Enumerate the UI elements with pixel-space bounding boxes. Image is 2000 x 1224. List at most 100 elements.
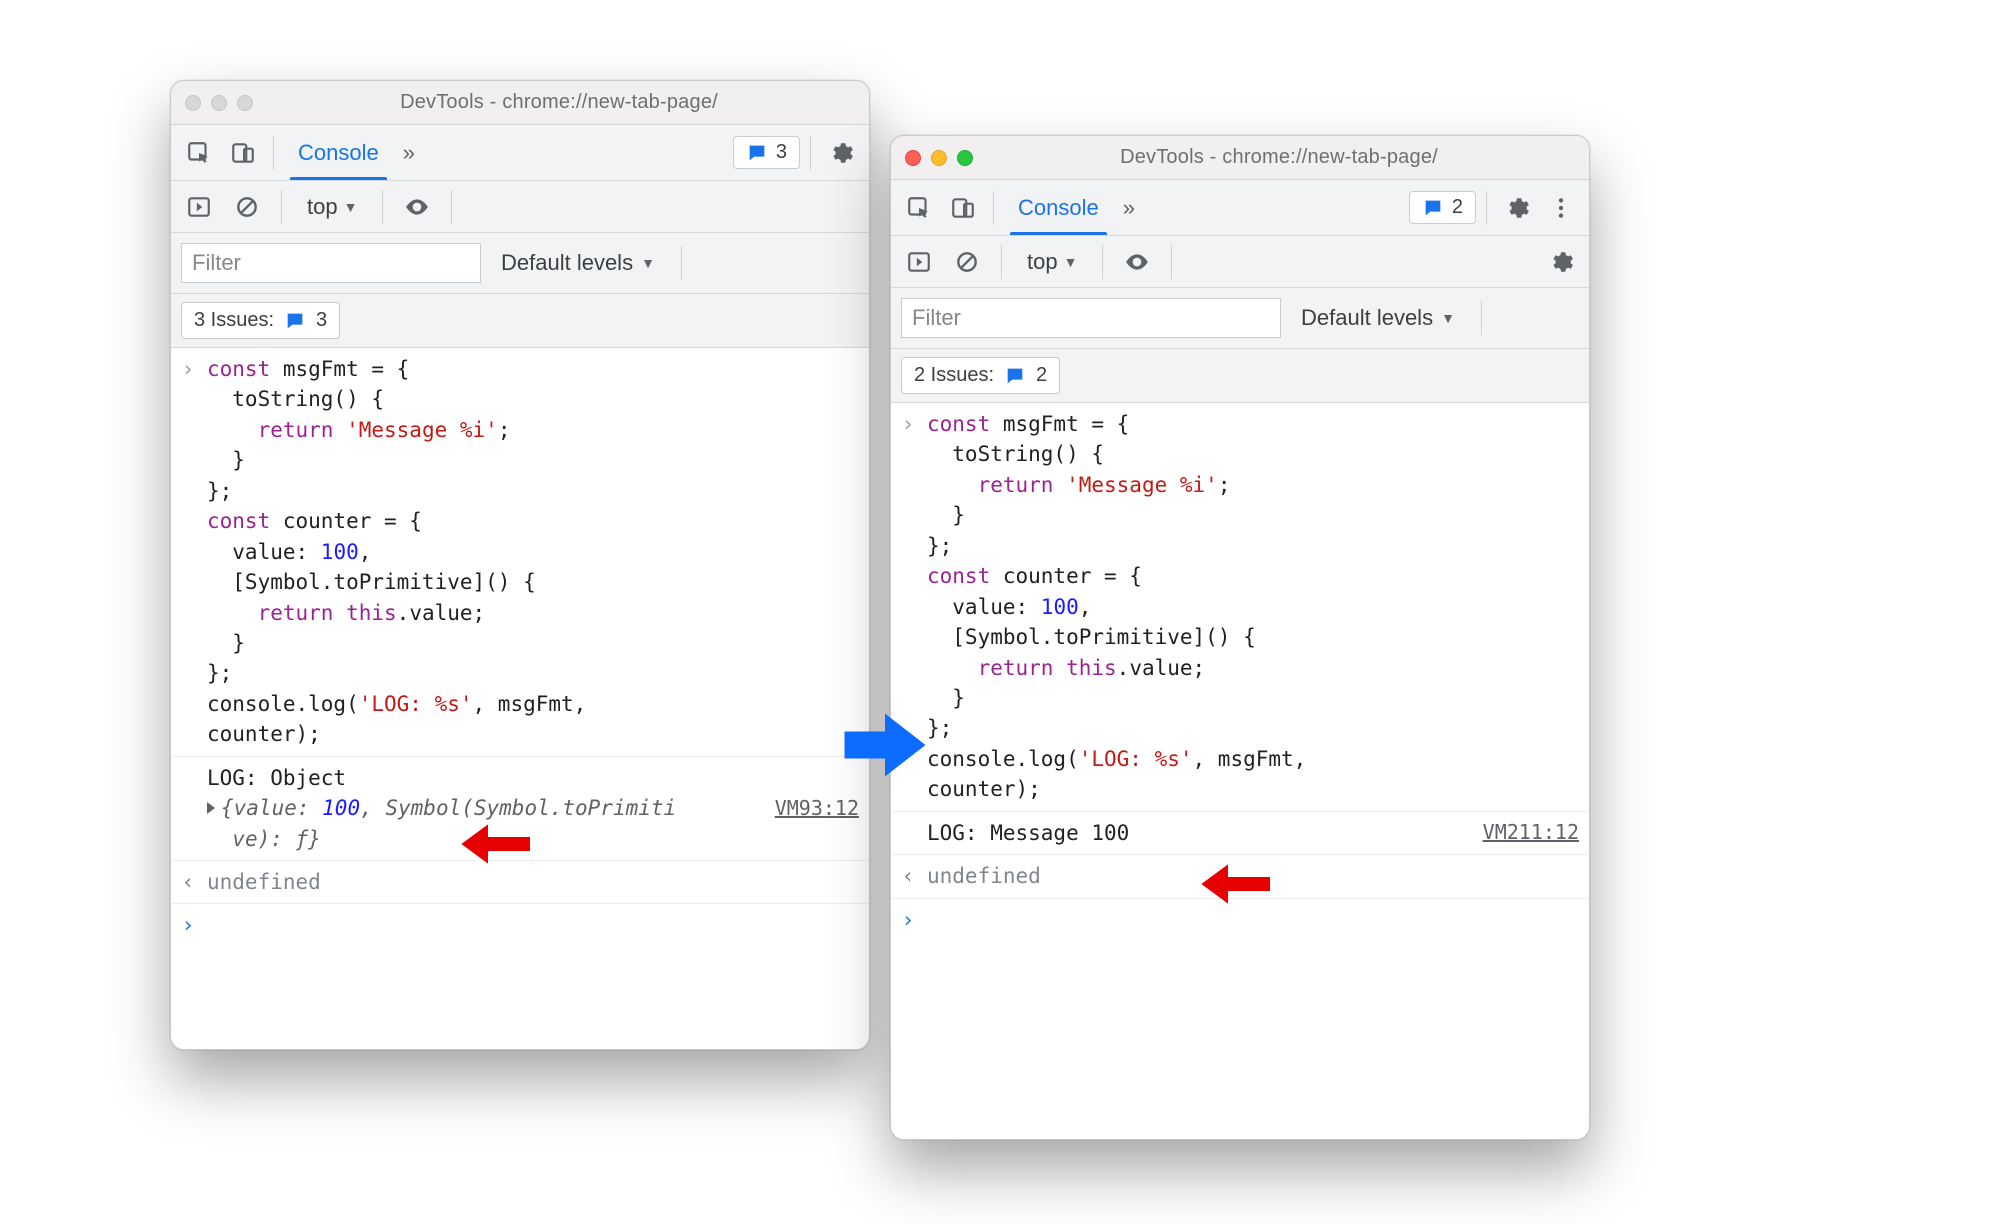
console-prompt-row[interactable]: › [891,899,1589,941]
issue-bubble-icon [1004,365,1026,387]
separator [993,191,994,225]
source-link[interactable]: VM93:12 [775,794,859,823]
separator [281,190,282,224]
titlebar: DevTools - chrome://new-tab-page/ [891,136,1589,180]
tab-console-label: Console [1018,195,1099,221]
log-output: LOG: Object {value: 100, Symbol(Symbol.t… [207,763,767,854]
separator [273,136,274,170]
filter-bar: Default levels▼ [891,288,1589,349]
tab-console-label: Console [298,140,379,166]
expand-icon[interactable]: › [177,354,199,384]
window-title: DevTools - chrome://new-tab-page/ [983,146,1575,169]
separator [1486,191,1487,225]
filter-input[interactable] [901,298,1281,338]
console-subtoolbar: top▼ [171,181,869,233]
minimize-dot[interactable] [211,95,227,111]
console-body[interactable]: › const msgFmt = { toString() { return '… [891,403,1589,1139]
titlebar: DevTools - chrome://new-tab-page/ [171,81,869,125]
issues-chip[interactable]: 2 Issues: 2 [901,357,1060,394]
log-levels-dropdown[interactable]: Default levels▼ [493,244,663,282]
console-input-row: › const msgFmt = { toString() { return '… [891,403,1589,812]
issues-chip-label: 2 Issues: [914,364,994,387]
tab-console[interactable]: Console [284,125,393,180]
prompt-icon: › [897,905,919,935]
log-levels-dropdown[interactable]: Default levels▼ [1293,299,1463,337]
tabs-overflow-icon[interactable]: » [1117,195,1141,221]
return-value: undefined [207,867,859,897]
prompt-icon: › [177,910,199,940]
sidebar-toggle-icon[interactable] [179,187,219,227]
console-prompt-row[interactable]: › [171,904,869,946]
toolbar-issues-pill[interactable]: 3 [733,136,800,169]
clear-console-icon[interactable] [227,187,267,227]
inspect-icon[interactable] [899,188,939,228]
separator [382,190,383,224]
separator [1102,245,1103,279]
separator [1001,245,1002,279]
issues-chip-label: 3 Issues: [194,309,274,332]
console-subtoolbar: top▼ [891,236,1589,288]
issues-chip-count: 2 [1036,364,1047,387]
issues-chip-count: 3 [316,309,327,332]
console-return-row: ‹ undefined [171,861,869,904]
return-value: undefined [927,861,1579,891]
console-body[interactable]: › const msgFmt = { toString() { return '… [171,348,869,1049]
log-levels-label: Default levels [1301,305,1433,331]
settings-gear-icon[interactable] [1497,188,1537,228]
log-output: LOG: Message 100 [927,818,1475,848]
console-return-row: ‹ undefined [891,855,1589,898]
close-dot[interactable] [185,95,201,111]
context-selector[interactable]: top▼ [296,187,368,227]
filter-input[interactable] [181,243,481,283]
minimize-dot[interactable] [931,150,947,166]
context-label: top [307,194,338,220]
devtools-window-before: DevTools - chrome://new-tab-page/ Consol… [170,80,870,1050]
zoom-dot[interactable] [237,95,253,111]
code-block: const msgFmt = { toString() { return 'Me… [927,409,1579,805]
live-expression-icon[interactable] [397,187,437,227]
issues-chip[interactable]: 3 Issues: 3 [181,302,340,339]
devtools-window-after: DevTools - chrome://new-tab-page/ Consol… [890,135,1590,1140]
separator [1171,245,1172,279]
main-toolbar: Console » 3 [171,125,869,181]
separator [810,136,811,170]
tabs-overflow-icon[interactable]: » [397,140,421,166]
code-block: const msgFmt = { toString() { return 'Me… [207,354,859,750]
tab-console[interactable]: Console [1004,180,1113,235]
device-toggle-icon[interactable] [943,188,983,228]
toolbar-issues-pill[interactable]: 2 [1409,191,1476,224]
return-icon: ‹ [897,861,919,891]
sidebar-toggle-icon[interactable] [899,242,939,282]
separator [451,190,452,224]
console-log-row: LOG: Object {value: 100, Symbol(Symbol.t… [171,757,869,861]
context-label: top [1027,249,1058,275]
separator [1481,301,1482,335]
window-title: DevTools - chrome://new-tab-page/ [263,91,855,114]
expand-icon[interactable]: › [897,409,919,439]
close-dot[interactable] [905,150,921,166]
disclosure-triangle-icon[interactable] [207,802,215,814]
more-menu-icon[interactable] [1541,188,1581,228]
zoom-dot[interactable] [957,150,973,166]
traffic-lights[interactable] [905,150,973,166]
log-levels-label: Default levels [501,250,633,276]
issues-bar: 3 Issues: 3 [171,294,869,348]
filter-bar: Default levels▼ [171,233,869,294]
live-expression-icon[interactable] [1117,242,1157,282]
source-link[interactable]: VM211:12 [1483,818,1579,847]
console-settings-gear-icon[interactable] [1541,242,1581,282]
return-icon: ‹ [177,867,199,897]
issue-bubble-icon [746,142,768,164]
traffic-lights[interactable] [185,95,253,111]
console-log-row: LOG: Message 100 VM211:12 [891,812,1589,855]
toolbar-issue-count: 3 [776,141,787,164]
issues-bar: 2 Issues: 2 [891,349,1589,403]
context-selector[interactable]: top▼ [1016,242,1088,282]
separator [681,246,682,280]
issue-bubble-icon [1422,197,1444,219]
inspect-icon[interactable] [179,133,219,173]
clear-console-icon[interactable] [947,242,987,282]
device-toggle-icon[interactable] [223,133,263,173]
console-input-row: › const msgFmt = { toString() { return '… [171,348,869,757]
settings-gear-icon[interactable] [821,133,861,173]
